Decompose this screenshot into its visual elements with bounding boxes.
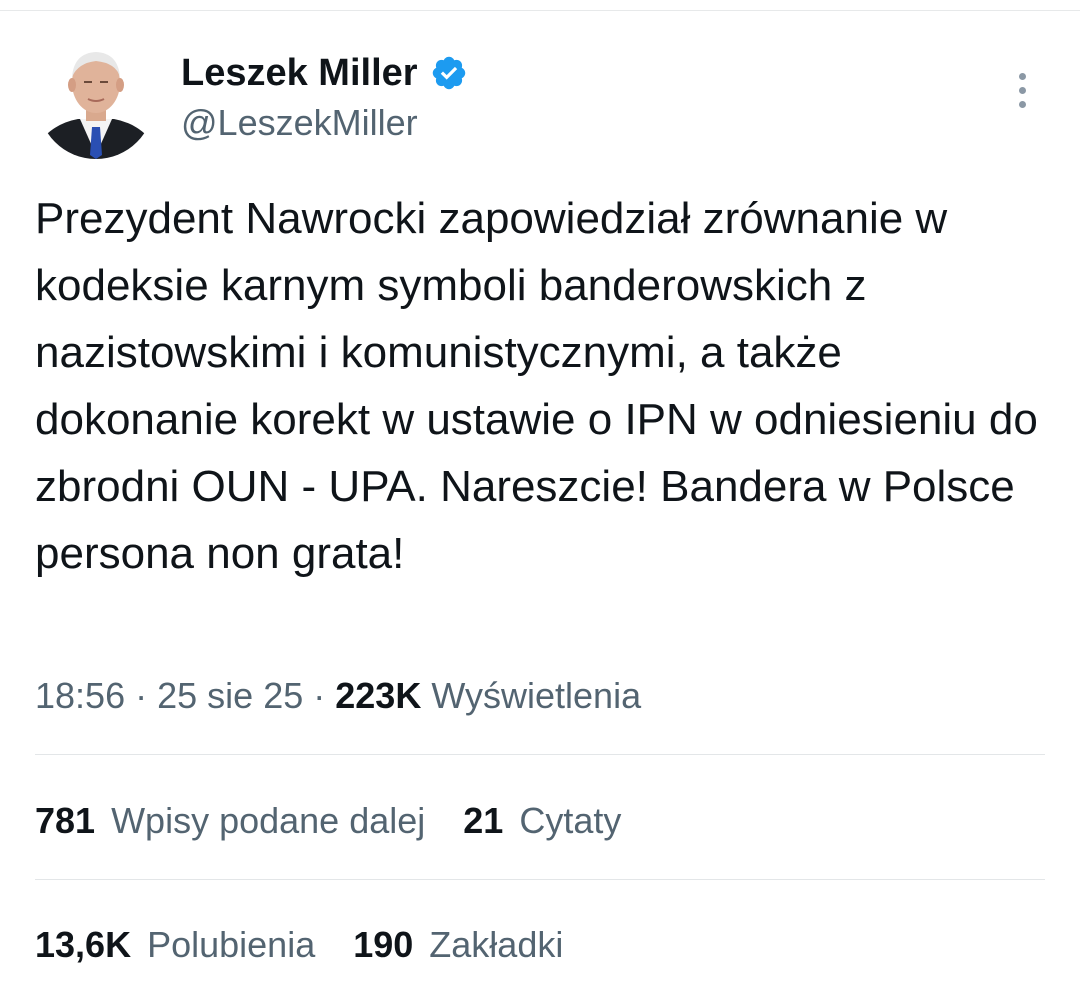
quotes-stat[interactable]: 21 Cytaty bbox=[463, 800, 621, 841]
meta-separator: · bbox=[135, 675, 148, 716]
views-count: 223K bbox=[335, 675, 422, 716]
meta-separator: · bbox=[313, 675, 326, 716]
quotes-label: Cytaty bbox=[519, 800, 622, 841]
avatar[interactable] bbox=[38, 43, 154, 159]
tweet-date[interactable]: 25 sie 25 bbox=[157, 675, 303, 716]
tweet-meta: 18:56 · 25 sie 25 · 223K Wyświetlenia bbox=[35, 672, 641, 720]
reposts-stat[interactable]: 781 Wpisy podane dalej bbox=[35, 800, 425, 841]
top-divider bbox=[0, 10, 1080, 11]
bookmarks-label: Zakładki bbox=[429, 924, 564, 965]
verified-badge-icon[interactable] bbox=[430, 54, 468, 92]
reposts-count: 781 bbox=[35, 800, 96, 841]
stats-row-likes: 13,6K Polubienia 190 Zakładki bbox=[35, 921, 563, 969]
reposts-label: Wpisy podane dalej bbox=[111, 800, 426, 841]
views-label: Wyświetlenia bbox=[431, 675, 642, 716]
likes-label: Polubienia bbox=[147, 924, 316, 965]
bookmarks-count: 190 bbox=[353, 924, 414, 965]
author-handle[interactable]: @LeszekMiller bbox=[181, 101, 418, 145]
likes-count: 13,6K bbox=[35, 924, 132, 965]
author-display-name[interactable]: Leszek Miller bbox=[181, 50, 418, 96]
divider bbox=[35, 754, 1045, 755]
divider bbox=[35, 879, 1045, 880]
quotes-count: 21 bbox=[463, 800, 504, 841]
avatar-image bbox=[38, 43, 154, 159]
author-name-row[interactable]: Leszek Miller bbox=[181, 50, 468, 96]
tweet-time[interactable]: 18:56 bbox=[35, 675, 125, 716]
bookmarks-stat[interactable]: 190 Zakładki bbox=[353, 924, 563, 965]
likes-stat[interactable]: 13,6K Polubienia bbox=[35, 924, 315, 965]
views-stat[interactable]: 223K Wyświetlenia bbox=[335, 675, 641, 716]
tweet-text: Prezydent Nawrocki zapowiedział zrównani… bbox=[35, 194, 1038, 578]
more-options-icon[interactable] bbox=[1006, 70, 1040, 112]
stats-row-shares: 781 Wpisy podane dalej 21 Cytaty bbox=[35, 797, 621, 845]
